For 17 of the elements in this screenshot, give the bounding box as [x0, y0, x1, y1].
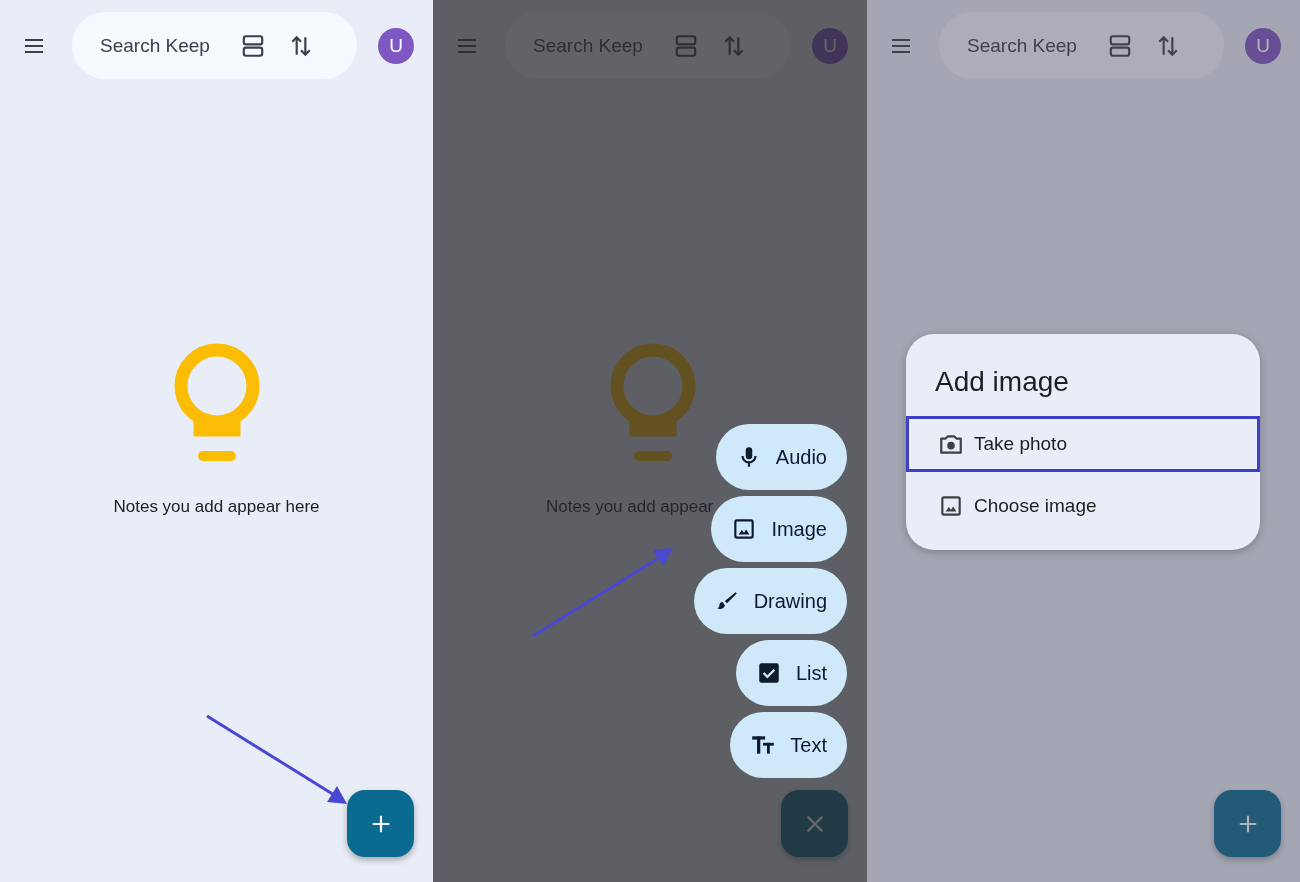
empty-message: Notes you add appear: [546, 497, 714, 517]
search-field[interactable]: Search Keep: [967, 34, 1085, 57]
menu-option[interactable]: Drawing: [693, 568, 847, 634]
image-icon: [938, 493, 964, 519]
avatar[interactable]: U: [378, 27, 414, 64]
empty-message: Notes you add appear here: [113, 497, 320, 517]
menu-option[interactable]: Image: [711, 496, 847, 562]
dialog-option[interactable]: Take photo: [906, 416, 1260, 472]
add-note-button[interactable]: [347, 790, 414, 857]
dialog-option[interactable]: Choose image: [906, 478, 1260, 534]
search-bar[interactable]: Search Keep: [939, 12, 1224, 79]
search-field[interactable]: Search Keep: [100, 34, 218, 57]
view-toggle-icon[interactable]: [1107, 32, 1133, 59]
add-note-button[interactable]: [1214, 790, 1281, 857]
view-toggle-icon[interactable]: [240, 32, 266, 59]
search-bar[interactable]: Search Keep: [72, 12, 357, 79]
dialog-title: Add image: [934, 365, 1070, 399]
